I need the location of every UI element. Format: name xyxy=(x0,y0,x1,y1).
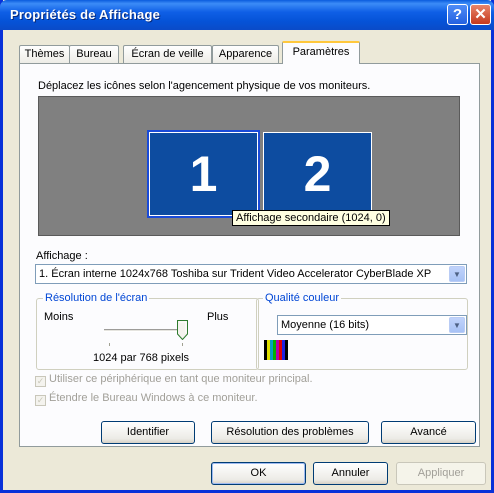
display-select[interactable]: 1. Écran interne 1024x768 Toshiba sur Tr… xyxy=(35,264,467,284)
tab-themes[interactable]: Thèmes xyxy=(19,45,70,64)
color-quality-select[interactable]: Moyenne (16 bits) ▼ xyxy=(277,315,467,335)
ok-button[interactable]: OK xyxy=(211,462,306,485)
display-select-value: 1. Écran interne 1024x768 Toshiba sur Tr… xyxy=(39,268,432,280)
color-quality-group-title: Qualité couleur xyxy=(263,292,341,304)
tab-appearance[interactable]: Apparence xyxy=(212,45,279,64)
slider-tick xyxy=(109,343,110,346)
display-label: Affichage : xyxy=(36,250,88,262)
display-properties-window: Propriétés de Affichage ? ✕ Thèmes Burea… xyxy=(0,0,494,493)
primary-monitor-label: Utiliser ce périphérique en tant que mon… xyxy=(49,373,313,385)
resolution-less-label: Moins xyxy=(44,311,74,323)
title-bar[interactable]: Propriétés de Affichage ? ✕ xyxy=(0,0,494,30)
instructions-text: Déplacez les icônes selon l'agencement p… xyxy=(38,80,371,92)
resolution-more-label: Plus xyxy=(207,311,229,323)
apply-button[interactable]: Appliquer xyxy=(396,462,486,485)
window-title: Propriétés de Affichage xyxy=(10,7,161,22)
help-button[interactable]: ? xyxy=(447,4,468,25)
monitor-tooltip: Affichage secondaire (1024, 0) xyxy=(232,210,390,226)
chevron-down-icon[interactable]: ▼ xyxy=(449,317,465,333)
slider-tick xyxy=(182,343,183,346)
close-button[interactable]: ✕ xyxy=(470,4,491,25)
resolution-group-title: Résolution de l'écran xyxy=(43,292,150,304)
primary-monitor-checkbox[interactable]: ✓ Utiliser ce périphérique en tant que mo… xyxy=(35,373,313,387)
identify-button[interactable]: Identifier xyxy=(101,421,195,444)
monitor-1[interactable]: 1 xyxy=(147,130,260,218)
monitor-2[interactable]: 2 xyxy=(263,132,372,216)
monitor-arrangement-area[interactable]: 1 2 Affichage secondaire (1024, 0) xyxy=(38,96,460,236)
advanced-button[interactable]: Avancé xyxy=(381,421,476,444)
resolution-value: 1024 par 768 pixels xyxy=(93,352,190,364)
chevron-down-icon[interactable]: ▼ xyxy=(449,266,465,282)
cancel-button[interactable]: Annuler xyxy=(313,462,388,485)
troubleshoot-button[interactable]: Résolution des problèmes xyxy=(211,421,369,444)
tab-screensaver[interactable]: Écran de veille xyxy=(123,45,212,64)
resolution-slider-track[interactable] xyxy=(104,329,186,332)
color-quality-value: Moyenne (16 bits) xyxy=(281,319,370,331)
checkbox-check-icon: ✓ xyxy=(35,395,46,406)
tab-desktop[interactable]: Bureau xyxy=(69,45,119,64)
color-palette-icon xyxy=(264,340,288,360)
checkbox-check-icon: ✓ xyxy=(35,376,46,387)
tab-settings[interactable]: Paramètres xyxy=(282,41,360,64)
resolution-slider-thumb[interactable] xyxy=(177,320,188,340)
settings-panel: Déplacez les icônes selon l'agencement p… xyxy=(19,63,480,447)
resolution-group: Résolution de l'écran Moins Plus 1024 pa… xyxy=(36,292,259,370)
extend-desktop-checkbox[interactable]: ✓ Étendre le Bureau Windows à ce moniteur… xyxy=(35,392,258,406)
extend-desktop-label: Étendre le Bureau Windows à ce moniteur. xyxy=(49,392,258,404)
